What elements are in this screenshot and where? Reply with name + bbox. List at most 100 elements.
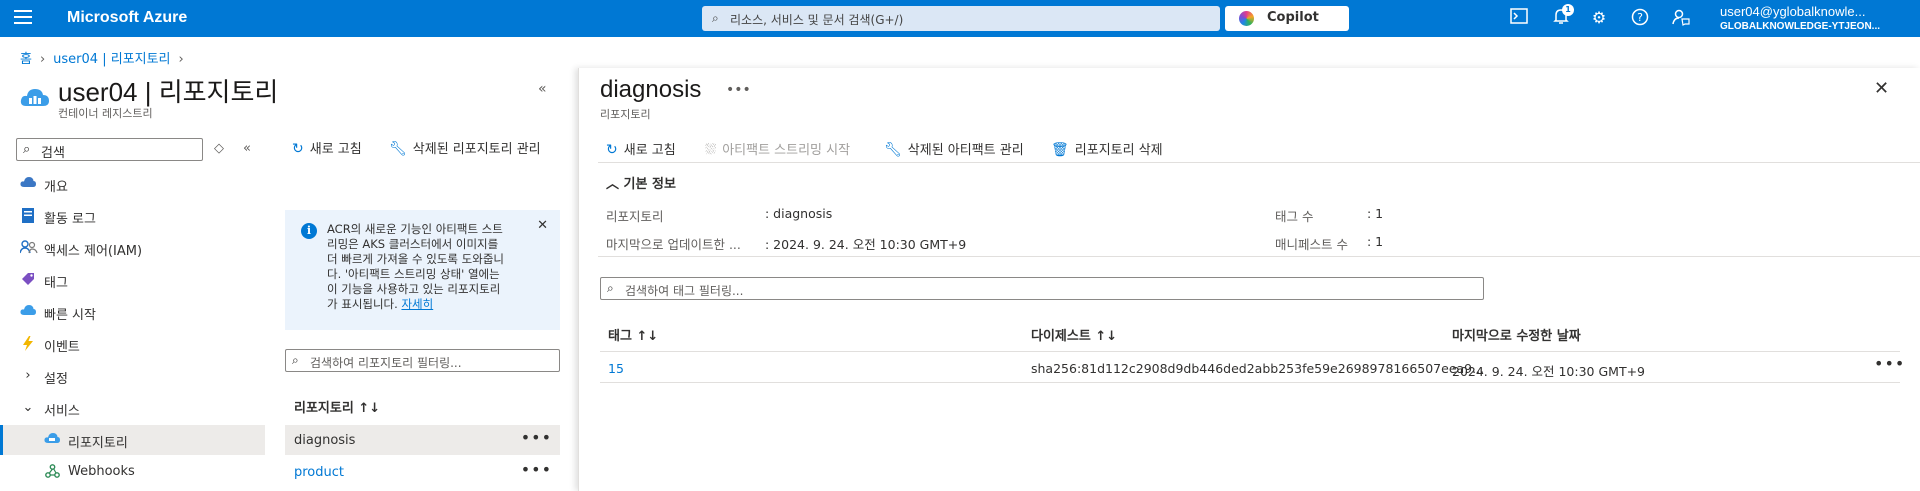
sidebar-item-label: 서비스 [44, 404, 80, 419]
chevron-right-icon: › [39, 52, 46, 67]
essentials-tag-count-key: 태그 수 [1275, 209, 1314, 224]
sidebar-item-activity-log[interactable]: 활동 로그 [0, 201, 265, 231]
repository-row-product[interactable]: product ••• [285, 457, 560, 487]
learn-more-link[interactable]: 자세히 [401, 297, 433, 311]
essentials-toggle[interactable]: ︿ 기본 정보 [606, 173, 676, 192]
more-icon[interactable]: ••• [1874, 354, 1905, 373]
essentials-repository-value: : diagnosis [765, 206, 833, 221]
more-icon[interactable]: ••• [521, 428, 552, 447]
feedback-icon[interactable] [1670, 8, 1692, 30]
expand-collapse-icon[interactable]: ◇ [214, 141, 224, 156]
tag-icon [20, 272, 36, 288]
sidebar-item-label: 활동 로그 [44, 212, 96, 227]
notification-badge: 1 [1562, 4, 1574, 16]
sidebar-item-tags[interactable]: 태그 [0, 265, 265, 295]
tag-filter-input[interactable]: ⌕ 검색하여 태그 필터링... [600, 277, 1484, 300]
info-icon: i [301, 223, 317, 239]
more-icon[interactable]: ••• [521, 460, 552, 479]
copilot-icon [1239, 11, 1254, 26]
repository-name[interactable]: product [294, 465, 344, 480]
delete-repository-button[interactable]: 🗑︎ 리포지토리 삭제 [1051, 139, 1163, 158]
user-name[interactable]: user04@yglobalknowle... [1720, 4, 1865, 19]
column-header-last-modified[interactable]: 마지막으로 수정한 날짜 [1452, 325, 1581, 344]
column-header-digest[interactable]: 다이제스트 ↑↓ [1031, 325, 1117, 344]
chevron-right-icon: › [25, 368, 31, 383]
refresh-button[interactable]: ↻ 새로 고침 [292, 138, 362, 157]
tag-filter-placeholder: 검색하여 태그 필터링... [625, 284, 744, 298]
sidebar-item-quickstart[interactable]: 빠른 시작 [0, 297, 265, 327]
svg-text:?: ? [1637, 11, 1643, 24]
quickstart-icon [20, 304, 36, 320]
artifact-streaming-info: i ✕ ACR의 새로운 기능인 아티팩트 스트 리밍은 AKS 클러스터에서 … [285, 210, 560, 330]
search-icon: ⌕ [607, 281, 614, 295]
container-registry-icon [20, 86, 50, 108]
cloud-shell-icon[interactable] [1508, 8, 1530, 30]
lightning-icon [20, 336, 36, 352]
manage-deleted-artifacts-label: 삭제된 아티팩트 관리 [907, 143, 1024, 158]
sidebar-item-webhooks[interactable]: Webhooks [0, 457, 265, 487]
repository-name[interactable]: diagnosis [294, 433, 355, 448]
essentials-header: 기본 정보 [623, 177, 676, 192]
copilot-button[interactable]: Copilot [1225, 6, 1349, 31]
global-search-placeholder: 리소스, 서비스 및 문서 검색(G+/) [730, 13, 904, 27]
repository-column-header[interactable]: 리포지토리 ↑↓ [294, 397, 380, 416]
sidebar-item-label: 개요 [44, 180, 68, 195]
essentials-tag-count-value: : 1 [1367, 206, 1384, 221]
essentials-manifest-count-key: 매니페스트 수 [1275, 237, 1348, 252]
repository-filter-input[interactable]: ⌕ 검색하여 리포지토리 필터링... [285, 349, 560, 372]
column-header-tag[interactable]: 태그 ↑↓ [608, 325, 658, 344]
chevron-down-icon: ⌄ [22, 400, 34, 415]
table-row-divider [600, 382, 1900, 383]
close-icon[interactable]: ✕ [537, 218, 548, 233]
manage-deleted-repositories-button[interactable]: 🔧︎ 삭제된 리포지토리 관리 [389, 138, 541, 157]
close-icon[interactable]: ✕ [1874, 78, 1889, 99]
sidebar-item-services[interactable]: ⌄ 서비스 [0, 393, 265, 423]
breadcrumb-home[interactable]: 홈 [20, 52, 32, 67]
manage-deleted-artifacts-button[interactable]: 🔧︎ 삭제된 아티팩트 관리 [884, 139, 1024, 158]
people-icon [19, 240, 38, 256]
repository-row-diagnosis[interactable]: diagnosis ••• [285, 425, 560, 455]
sidebar-item-iam[interactable]: 액세스 제어(IAM) [0, 233, 265, 263]
blade-subtitle: 리포지토리 [600, 108, 651, 121]
chevron-up-icon: ︿ [606, 177, 620, 192]
gear-icon[interactable]: ⚙ [1588, 8, 1610, 30]
sidebar-search-input[interactable]: ⌕ 검색 [16, 138, 203, 161]
cloud-overview-icon [20, 176, 36, 192]
info-line: 이 기능을 사용하고 있는 리포지토리 [327, 282, 501, 296]
essentials-repository-key: 리포지토리 [606, 209, 664, 224]
repository-icon [44, 432, 60, 448]
sidebar-item-repositories[interactable]: 리포지토리 [0, 425, 265, 455]
sidebar-item-events[interactable]: 이벤트 [0, 329, 265, 359]
collapse-sidebar-icon[interactable]: « [243, 141, 251, 156]
more-icon[interactable]: ••• [726, 82, 751, 98]
start-artifact-streaming-button[interactable]: ⛆ 아티팩트 스트리밍 시작 [705, 139, 850, 158]
essentials-manifest-count-value: : 1 [1367, 234, 1384, 249]
sidebar-item-label: 이벤트 [44, 340, 80, 355]
resource-subtitle: 컨테이너 레지스트리 [58, 107, 153, 120]
blade-title: diagnosis [600, 76, 702, 103]
info-line: 가 표시됩니다. [327, 297, 398, 311]
blade-refresh-button[interactable]: ↻ 새로 고침 [606, 139, 676, 158]
webhook-icon [44, 464, 60, 480]
global-search-input[interactable]: ⌕ 리소스, 서비스 및 문서 검색(G+/) [702, 6, 1220, 31]
essentials-divider [598, 256, 1920, 257]
sidebar-item-label: 액세스 제어(IAM) [44, 244, 143, 259]
sidebar-item-settings[interactable]: › 설정 [0, 361, 265, 391]
blade-refresh-label: 새로 고침 [623, 143, 676, 158]
breadcrumb-resource[interactable]: user04 | 리포지토리 [53, 52, 170, 67]
brand-title[interactable]: Microsoft Azure [67, 9, 187, 27]
help-icon[interactable]: ? [1629, 8, 1651, 30]
info-line: 리밍은 AKS 클러스터에서 이미지를 [327, 237, 499, 251]
menu-icon[interactable] [14, 10, 32, 26]
sidebar-item-label: Webhooks [68, 464, 135, 479]
collapse-panel-icon[interactable]: « [538, 81, 547, 97]
sidebar-item-label: 설정 [44, 372, 68, 387]
trash-icon: 🗑︎ [1051, 142, 1069, 158]
user-tenant[interactable]: GLOBALKNOWLEDGE-YTJEON... [1720, 21, 1880, 32]
essentials-last-updated-key: 마지막으로 업데이트한 ... [606, 237, 741, 252]
tag-link[interactable]: 15 [608, 361, 624, 376]
chevron-right-icon: › [178, 52, 184, 67]
sidebar-item-label: 리포지토리 [68, 436, 128, 451]
sidebar-item-overview[interactable]: 개요 [0, 169, 265, 199]
top-bar: Microsoft Azure ⌕ 리소스, 서비스 및 문서 검색(G+/) … [0, 0, 1920, 37]
